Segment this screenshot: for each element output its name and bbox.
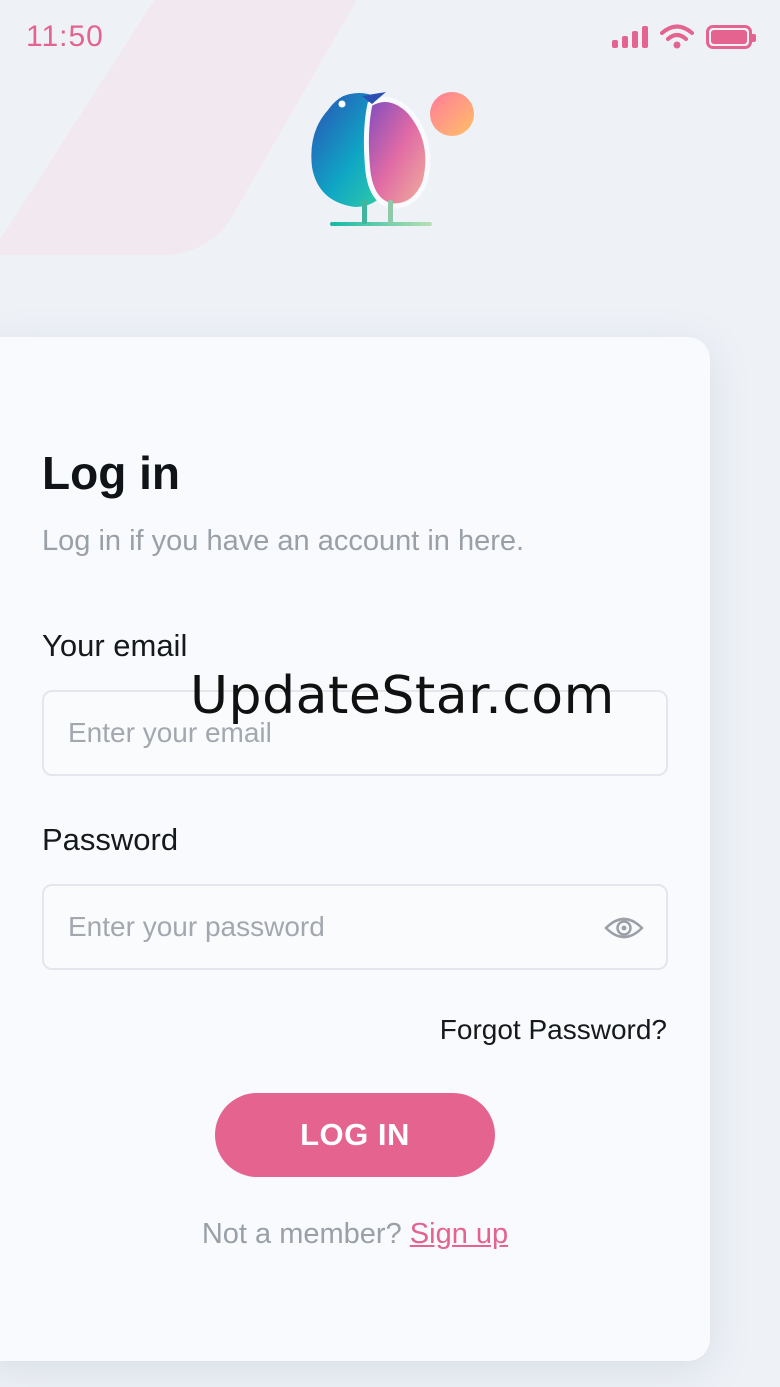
page-subtitle: Log in if you have an account in here. <box>42 525 525 557</box>
status-time: 11:50 <box>26 20 104 53</box>
status-icons <box>612 24 756 50</box>
forgot-password-link[interactable]: Forgot Password? <box>440 1014 667 1046</box>
login-button[interactable]: LOG IN <box>215 1093 495 1177</box>
eye-icon[interactable] <box>604 912 644 944</box>
bird-logo <box>311 92 474 226</box>
signal-icon <box>612 26 648 48</box>
signup-row: Not a member? Sign up <box>0 1218 710 1251</box>
signup-link[interactable]: Sign up <box>410 1218 508 1250</box>
password-field[interactable] <box>42 884 668 970</box>
status-bar: 11:50 <box>0 0 780 80</box>
wifi-icon <box>660 24 694 49</box>
signup-prompt: Not a member? <box>201 1218 410 1250</box>
email-label: Your email <box>42 628 188 663</box>
battery-icon <box>706 25 756 49</box>
password-input[interactable] <box>68 886 588 968</box>
watermark: UpdateStar.com <box>190 666 615 726</box>
page-title: Log in <box>42 447 180 499</box>
password-label: Password <box>42 822 179 857</box>
